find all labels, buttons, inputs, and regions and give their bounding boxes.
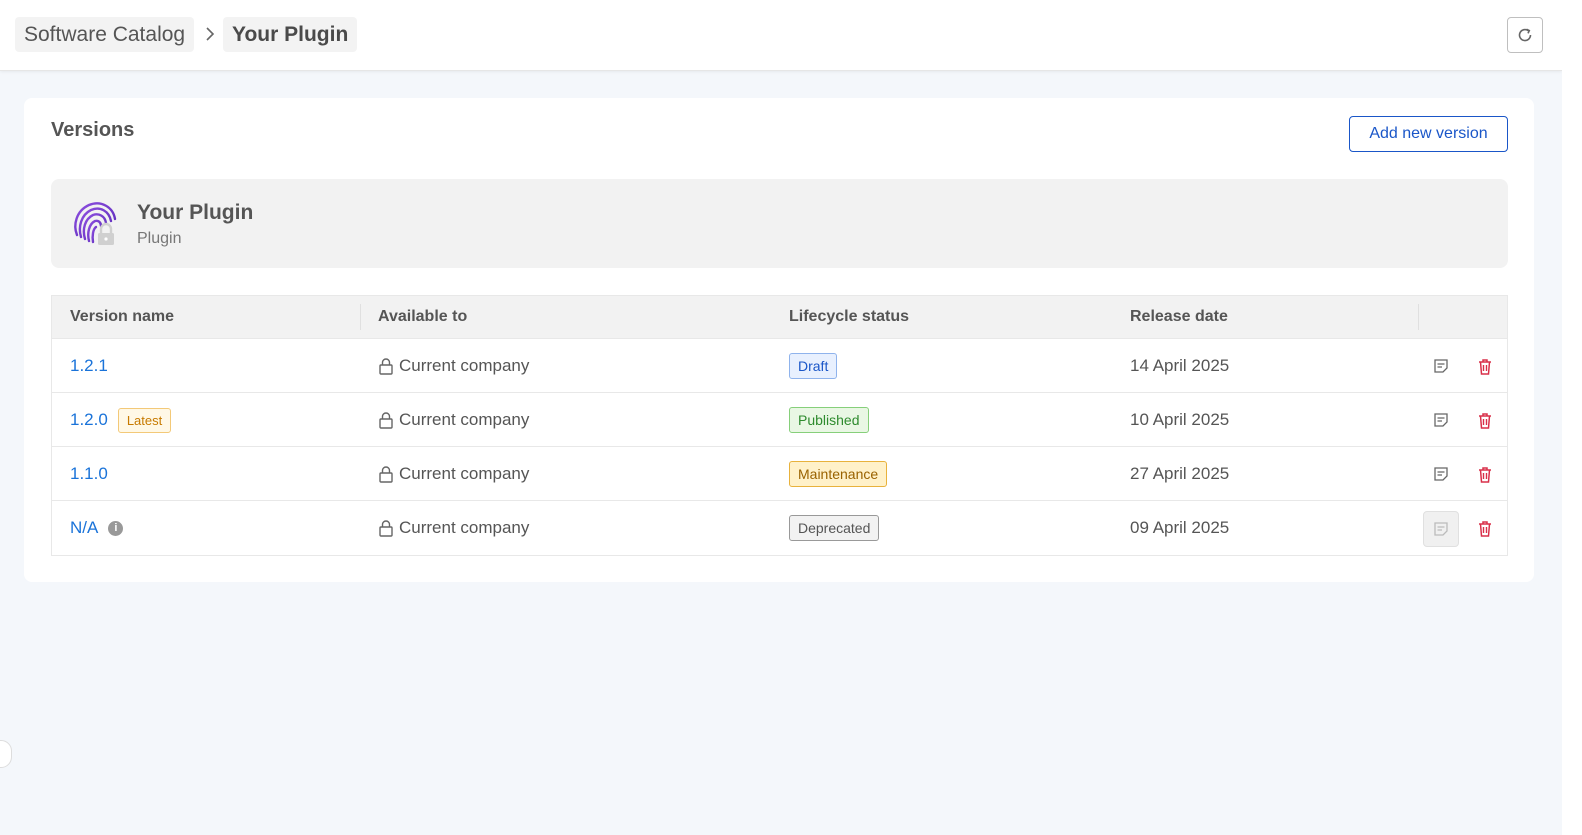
version-link[interactable]: 1.1.0 bbox=[70, 464, 108, 484]
info-icon[interactable]: i bbox=[108, 520, 124, 536]
status-badge: Draft bbox=[789, 353, 838, 379]
lock-icon bbox=[379, 412, 393, 429]
status-badge: Published bbox=[789, 407, 869, 433]
trash-icon bbox=[1479, 412, 1491, 429]
release-date: 14 April 2025 bbox=[1130, 356, 1230, 375]
available-to-text: Current company bbox=[399, 464, 530, 483]
plugin-summary: Your Plugin Plugin bbox=[51, 179, 1508, 268]
add-new-version-button[interactable]: Add new version bbox=[1349, 116, 1508, 152]
latest-badge: Latest bbox=[117, 407, 172, 433]
table-row: 1.2.1 Current company Draft 14 April 202… bbox=[52, 338, 1507, 392]
delete-button[interactable] bbox=[1467, 501, 1503, 555]
status-cell: Published bbox=[789, 393, 869, 447]
column-divider bbox=[360, 304, 361, 330]
version-cell: 1.2.0 Latest bbox=[70, 393, 172, 447]
edit-notes-button[interactable] bbox=[1423, 393, 1459, 447]
chevron-right-icon bbox=[206, 27, 215, 41]
delete-button[interactable] bbox=[1467, 447, 1503, 501]
status-cell: Draft bbox=[789, 339, 838, 393]
release-date: 09 April 2025 bbox=[1130, 518, 1230, 537]
top-bar: Software Catalog Your Plugin bbox=[0, 0, 1562, 71]
notes-icon bbox=[1434, 522, 1448, 536]
breadcrumb-software-catalog[interactable]: Software Catalog bbox=[15, 17, 195, 52]
release-date: 27 April 2025 bbox=[1130, 464, 1230, 483]
table-header: Version name Available to Lifecycle stat… bbox=[52, 296, 1507, 338]
available-cell: Current company bbox=[378, 447, 529, 501]
plugin-name: Your Plugin bbox=[137, 201, 254, 224]
available-cell: Current company bbox=[378, 339, 529, 393]
column-available-to: Available to bbox=[378, 308, 468, 325]
status-badge: Maintenance bbox=[789, 461, 888, 487]
trash-icon bbox=[1479, 466, 1491, 483]
status-cell: Maintenance bbox=[789, 447, 888, 501]
scrollbar[interactable] bbox=[1562, 0, 1582, 835]
lock-icon bbox=[379, 466, 393, 483]
edit-notes-button[interactable] bbox=[1423, 447, 1459, 501]
column-lifecycle-status: Lifecycle status bbox=[789, 308, 910, 325]
table-row: N/A i Current company Deprecated 09 Apri… bbox=[52, 500, 1507, 554]
status-cell: Deprecated bbox=[789, 501, 880, 555]
lock-icon bbox=[379, 358, 393, 375]
version-link[interactable]: 1.2.0 bbox=[70, 410, 108, 430]
version-cell: 1.1.0 bbox=[70, 447, 108, 501]
edit-notes-button[interactable] bbox=[1423, 339, 1459, 393]
available-cell: Current company bbox=[378, 501, 529, 555]
available-to-text: Current company bbox=[399, 356, 530, 375]
column-divider bbox=[1418, 304, 1419, 330]
lock-icon bbox=[379, 520, 393, 537]
status-badge: Deprecated bbox=[789, 515, 880, 541]
edit-notes-button-disabled bbox=[1423, 511, 1459, 547]
refresh-icon bbox=[1518, 28, 1532, 42]
trash-icon bbox=[1479, 520, 1491, 537]
versions-card: Versions Add new version Your Plugin Plu… bbox=[24, 98, 1534, 582]
fingerprint-lock-icon bbox=[74, 202, 117, 245]
notes-icon bbox=[1434, 413, 1448, 427]
version-cell: N/A i bbox=[70, 501, 124, 555]
delete-button[interactable] bbox=[1467, 339, 1503, 393]
trash-icon bbox=[1479, 358, 1491, 375]
release-date: 10 April 2025 bbox=[1130, 410, 1230, 429]
available-cell: Current company bbox=[378, 393, 529, 447]
delete-button[interactable] bbox=[1467, 393, 1503, 447]
versions-table: Version name Available to Lifecycle stat… bbox=[51, 295, 1508, 556]
available-to-text: Current company bbox=[399, 410, 530, 429]
table-row: 1.1.0 Current company Maintenance 27 Apr… bbox=[52, 446, 1507, 500]
notes-icon bbox=[1434, 467, 1448, 481]
column-release-date: Release date bbox=[1130, 308, 1228, 325]
version-link[interactable]: 1.2.1 bbox=[70, 356, 108, 376]
version-link[interactable]: N/A bbox=[70, 518, 98, 538]
versions-title: Versions bbox=[51, 119, 135, 141]
plugin-type: Plugin bbox=[137, 230, 182, 247]
refresh-button[interactable] bbox=[1507, 17, 1543, 53]
version-cell: 1.2.1 bbox=[70, 339, 108, 393]
notes-icon bbox=[1434, 359, 1448, 373]
available-to-text: Current company bbox=[399, 518, 530, 537]
sidebar-expand-handle[interactable] bbox=[0, 740, 12, 768]
breadcrumb-your-plugin: Your Plugin bbox=[223, 17, 358, 52]
column-version-name: Version name bbox=[70, 308, 175, 325]
table-row: 1.2.0 Latest Current company Published 1… bbox=[52, 392, 1507, 446]
